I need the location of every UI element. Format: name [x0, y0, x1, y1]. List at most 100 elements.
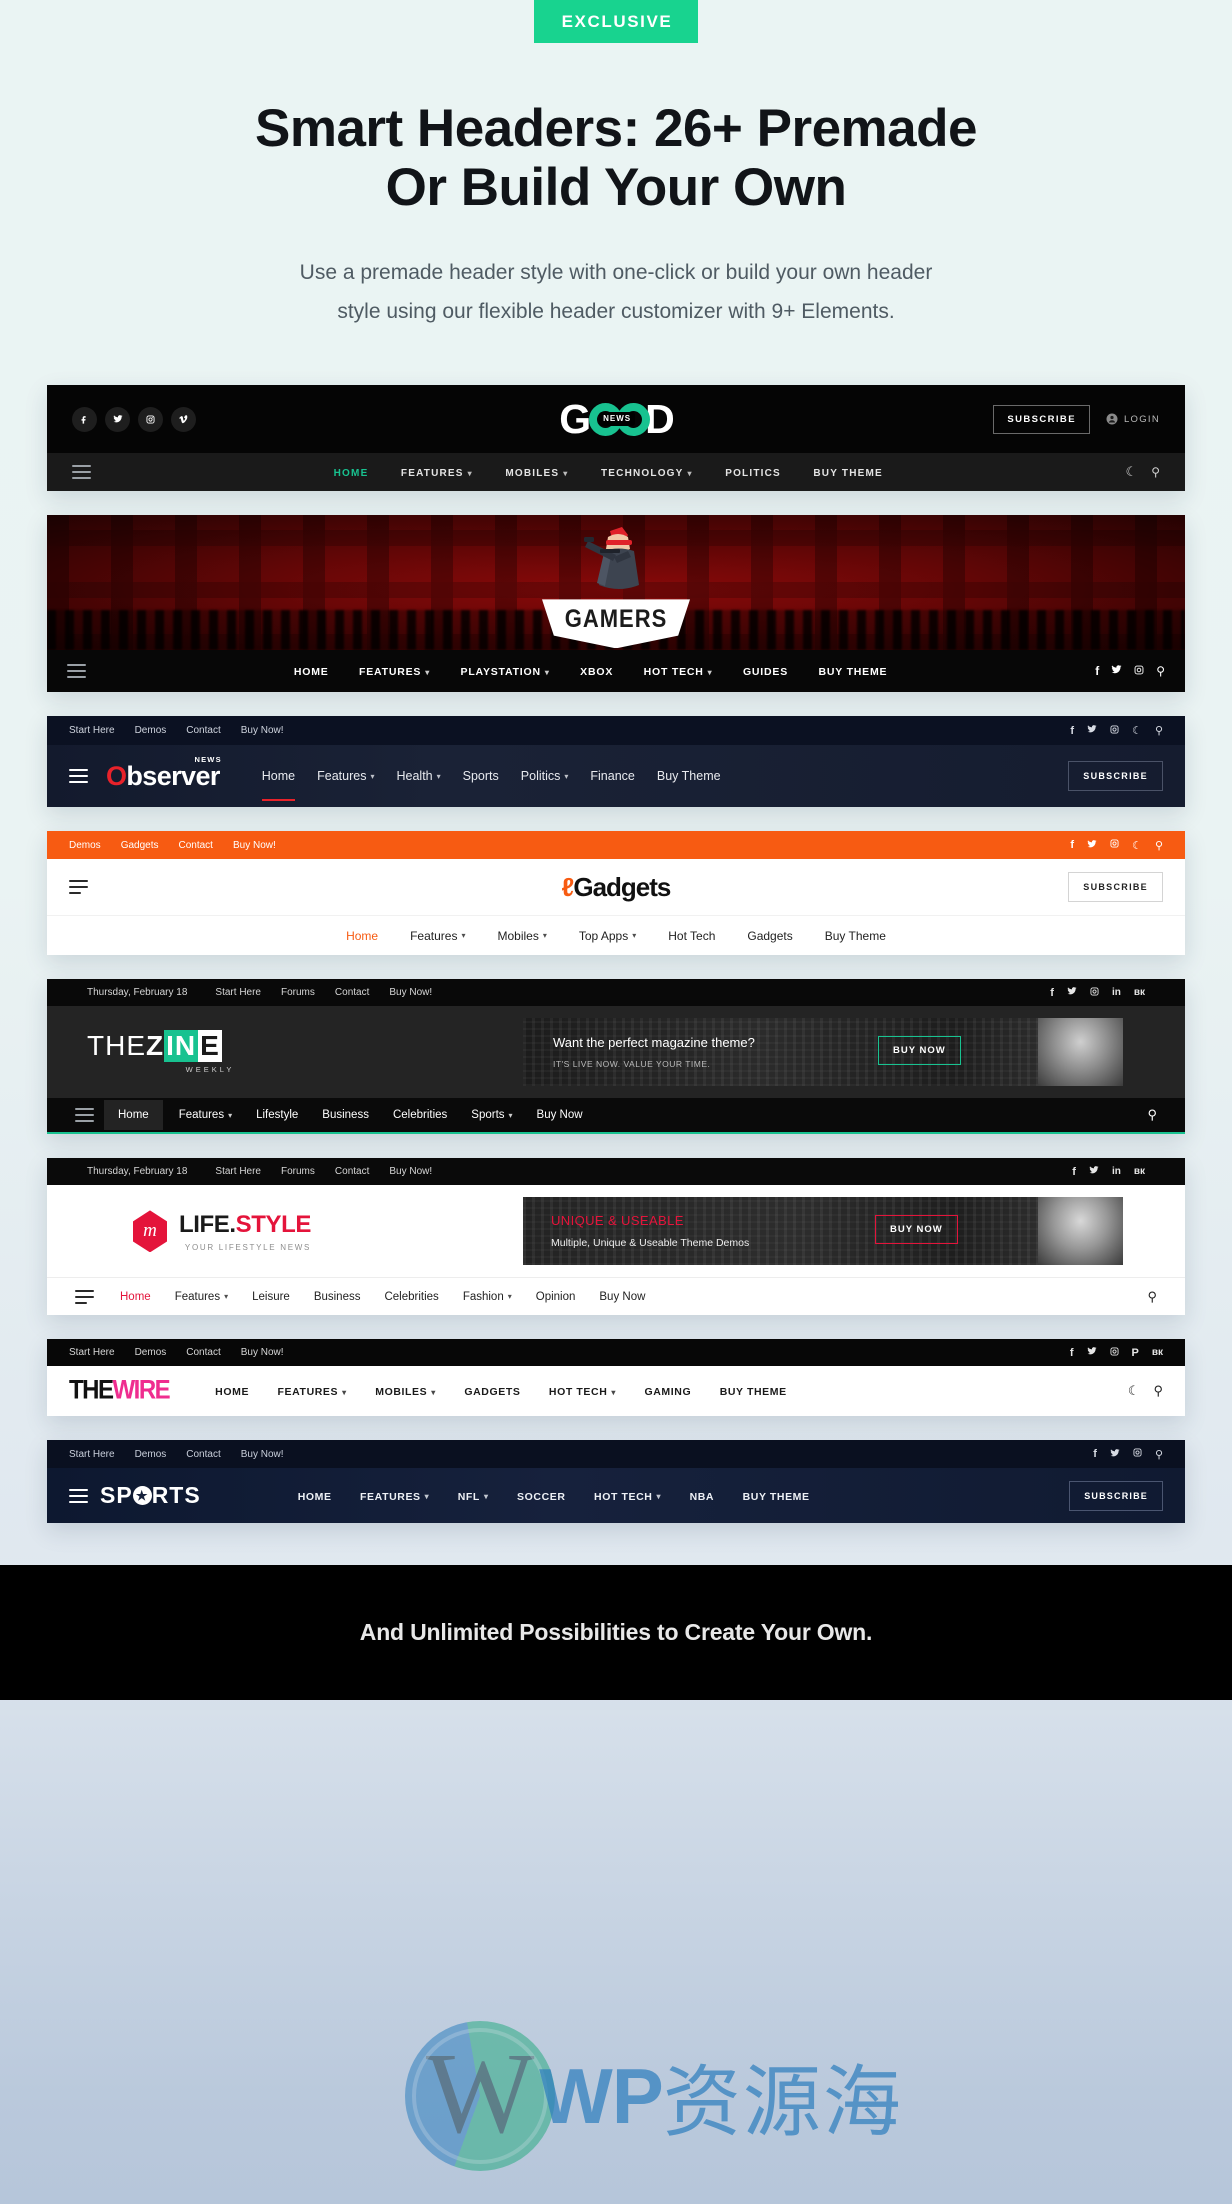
nav-item-buy-theme[interactable]: BUY THEME [813, 468, 883, 479]
nav-item-home[interactable]: Home [104, 1100, 163, 1131]
nav-item-features[interactable]: FEATURES ▾ [359, 666, 430, 678]
header-preview-gamers[interactable]: GAMERS HOME FEATURES ▾ PLAYSTATION ▾ XBOX … [47, 515, 1185, 693]
header-preview-lifestyle[interactable]: Thursday, February 18 Start Here Forums … [47, 1158, 1185, 1316]
nav-item-celebrities[interactable]: Celebrities [384, 1291, 438, 1303]
facebook-icon[interactable]: f [1070, 725, 1074, 737]
pinterest-icon[interactable]: P [1132, 1347, 1139, 1359]
vk-icon[interactable]: вк [1134, 1166, 1145, 1177]
nav-item-fashion[interactable]: Fashion ▾ [463, 1291, 512, 1303]
login-link[interactable]: LOGIN [1106, 413, 1160, 425]
lifestyle-ad-banner[interactable]: UNIQUE & USEABLE Multiple, Unique & Usea… [523, 1197, 1123, 1266]
nav-item-features[interactable]: Features ▾ [175, 1291, 228, 1303]
nav-item-hot-tech[interactable]: HOT TECH ▾ [549, 1386, 616, 1398]
search-icon[interactable]: ⚲ [1155, 839, 1163, 852]
nav-item-nba[interactable]: NBA [690, 1491, 715, 1503]
nav-item-home[interactable]: HOME [298, 1491, 332, 1503]
nav-item-lifestyle[interactable]: Lifestyle [256, 1109, 298, 1121]
toplink-buy-now[interactable]: Buy Now! [389, 1166, 432, 1177]
nav-item-features[interactable]: FEATURES ▾ [278, 1386, 347, 1398]
toplink-contact[interactable]: Contact [186, 1347, 220, 1358]
nav-item-hot-tech[interactable]: HOT TECH ▾ [644, 666, 713, 678]
nav-item-features[interactable]: Features ▾ [179, 1109, 232, 1121]
nav-item-home[interactable]: Home [261, 749, 296, 803]
toplink-forums[interactable]: Forums [281, 987, 315, 998]
toplink-buy-now[interactable]: Buy Now! [241, 1347, 284, 1358]
toplink-start-here[interactable]: Start Here [215, 1166, 261, 1177]
instagram-icon[interactable] [1110, 725, 1119, 737]
nav-item-buy-now[interactable]: Buy Now [537, 1109, 583, 1121]
nav-item-features[interactable]: Features ▾ [317, 749, 374, 803]
toplink-buy-now[interactable]: Buy Now! [241, 1449, 284, 1460]
nav-item-technology[interactable]: TECHNOLOGY ▾ [601, 468, 693, 479]
twitter-icon[interactable] [1067, 986, 1077, 999]
instagram-icon[interactable] [1109, 1347, 1119, 1359]
toplink-contact[interactable]: Contact [186, 725, 220, 736]
nav-item-buy-theme[interactable]: Buy Theme [825, 929, 886, 943]
toplink-buy-now[interactable]: Buy Now! [389, 987, 432, 998]
vk-icon[interactable]: вк [1134, 987, 1145, 998]
header-preview-thezine[interactable]: Thursday, February 18 Start Here Forums … [47, 979, 1185, 1135]
nav-item-home[interactable]: Home [120, 1291, 151, 1303]
menu-icon[interactable] [75, 1108, 94, 1123]
search-icon[interactable]: ⚲ [1147, 1107, 1157, 1123]
nav-item-leisure[interactable]: Leisure [252, 1291, 290, 1303]
header-preview-good[interactable]: G NEWS D SUBSCRIBE LOGIN HOME FEATURES ▾ … [47, 385, 1185, 492]
instagram-icon[interactable] [1090, 987, 1099, 999]
header-preview-sports[interactable]: Start Here Demos Contact Buy Now! f ⚲ SP… [47, 1440, 1185, 1524]
facebook-icon[interactable] [72, 406, 97, 432]
nav-item-mobiles[interactable]: MOBILES ▾ [375, 1386, 436, 1398]
nav-item-celebrities[interactable]: Celebrities [393, 1109, 447, 1121]
nav-item-playstation[interactable]: PLAYSTATION ▾ [461, 666, 550, 678]
instagram-icon[interactable] [1110, 839, 1119, 851]
zine-ad-banner[interactable]: Want the perfect magazine theme? IT'S LI… [523, 1018, 1123, 1087]
toplink-start-here[interactable]: Start Here [69, 1347, 115, 1358]
toplink-buy-now[interactable]: Buy Now! [241, 725, 284, 736]
search-icon[interactable]: ⚲ [1155, 1448, 1163, 1461]
menu-icon[interactable] [67, 664, 86, 679]
nav-item-buy-theme[interactable]: BUY THEME [720, 1386, 787, 1398]
toplink-demos[interactable]: Demos [135, 725, 167, 736]
toplink-demos[interactable]: Demos [135, 1347, 167, 1358]
subscribe-button[interactable]: SUBSCRIBE [1068, 872, 1163, 903]
nav-item-politics[interactable]: POLITICS [725, 468, 781, 479]
nav-item-sports[interactable]: Sports [463, 749, 499, 803]
lifestyle-ad-buy-now-button[interactable]: BUY NOW [875, 1215, 958, 1245]
facebook-icon[interactable]: f [1070, 1347, 1074, 1359]
toplink-buy-now[interactable]: Buy Now! [233, 840, 276, 851]
nav-item-soccer[interactable]: SOCCER [517, 1491, 566, 1503]
nav-item-buy-theme[interactable]: Buy Theme [657, 749, 721, 803]
nav-item-guides[interactable]: GUIDES [743, 666, 788, 678]
nav-item-finance[interactable]: Finance [590, 749, 634, 803]
instagram-icon[interactable] [1133, 1448, 1142, 1460]
moon-icon[interactable]: ☾ [1132, 839, 1142, 852]
facebook-icon[interactable]: f [1072, 1166, 1076, 1178]
nav-item-features[interactable]: Features ▾ [410, 929, 465, 943]
twitter-icon[interactable] [1089, 1165, 1099, 1178]
menu-icon[interactable] [75, 1289, 94, 1304]
nav-item-buy-now[interactable]: Buy Now [599, 1291, 645, 1303]
nav-item-gaming[interactable]: GAMING [644, 1386, 691, 1398]
facebook-icon[interactable]: f [1070, 839, 1074, 851]
nav-item-buy-theme[interactable]: BUY THEME [818, 666, 887, 678]
instagram-icon[interactable] [138, 406, 163, 432]
menu-icon[interactable] [69, 769, 88, 784]
facebook-icon[interactable]: f [1095, 664, 1099, 678]
linkedin-icon[interactable]: in [1112, 1166, 1121, 1177]
twitter-icon[interactable] [105, 406, 130, 432]
nav-item-home[interactable]: HOME [334, 468, 369, 479]
menu-icon[interactable] [72, 465, 91, 480]
subscribe-button[interactable]: SUBSCRIBE [1069, 1480, 1163, 1511]
toplink-contact[interactable]: Contact [335, 1166, 369, 1177]
nav-item-hot-tech[interactable]: HOT TECH ▾ [594, 1491, 661, 1503]
toplink-forums[interactable]: Forums [281, 1166, 315, 1177]
toplink-contact[interactable]: Contact [179, 840, 213, 851]
toplink-gadgets[interactable]: Gadgets [121, 840, 159, 851]
vimeo-icon[interactable] [171, 406, 196, 432]
moon-icon[interactable]: ☾ [1126, 464, 1138, 480]
instagram-icon[interactable] [1134, 662, 1144, 680]
menu-icon[interactable] [69, 1488, 88, 1503]
facebook-icon[interactable]: f [1093, 1448, 1097, 1460]
toplink-contact[interactable]: Contact [186, 1449, 220, 1460]
toplink-start-here[interactable]: Start Here [69, 725, 115, 736]
nav-item-gadgets[interactable]: GADGETS [464, 1386, 520, 1398]
